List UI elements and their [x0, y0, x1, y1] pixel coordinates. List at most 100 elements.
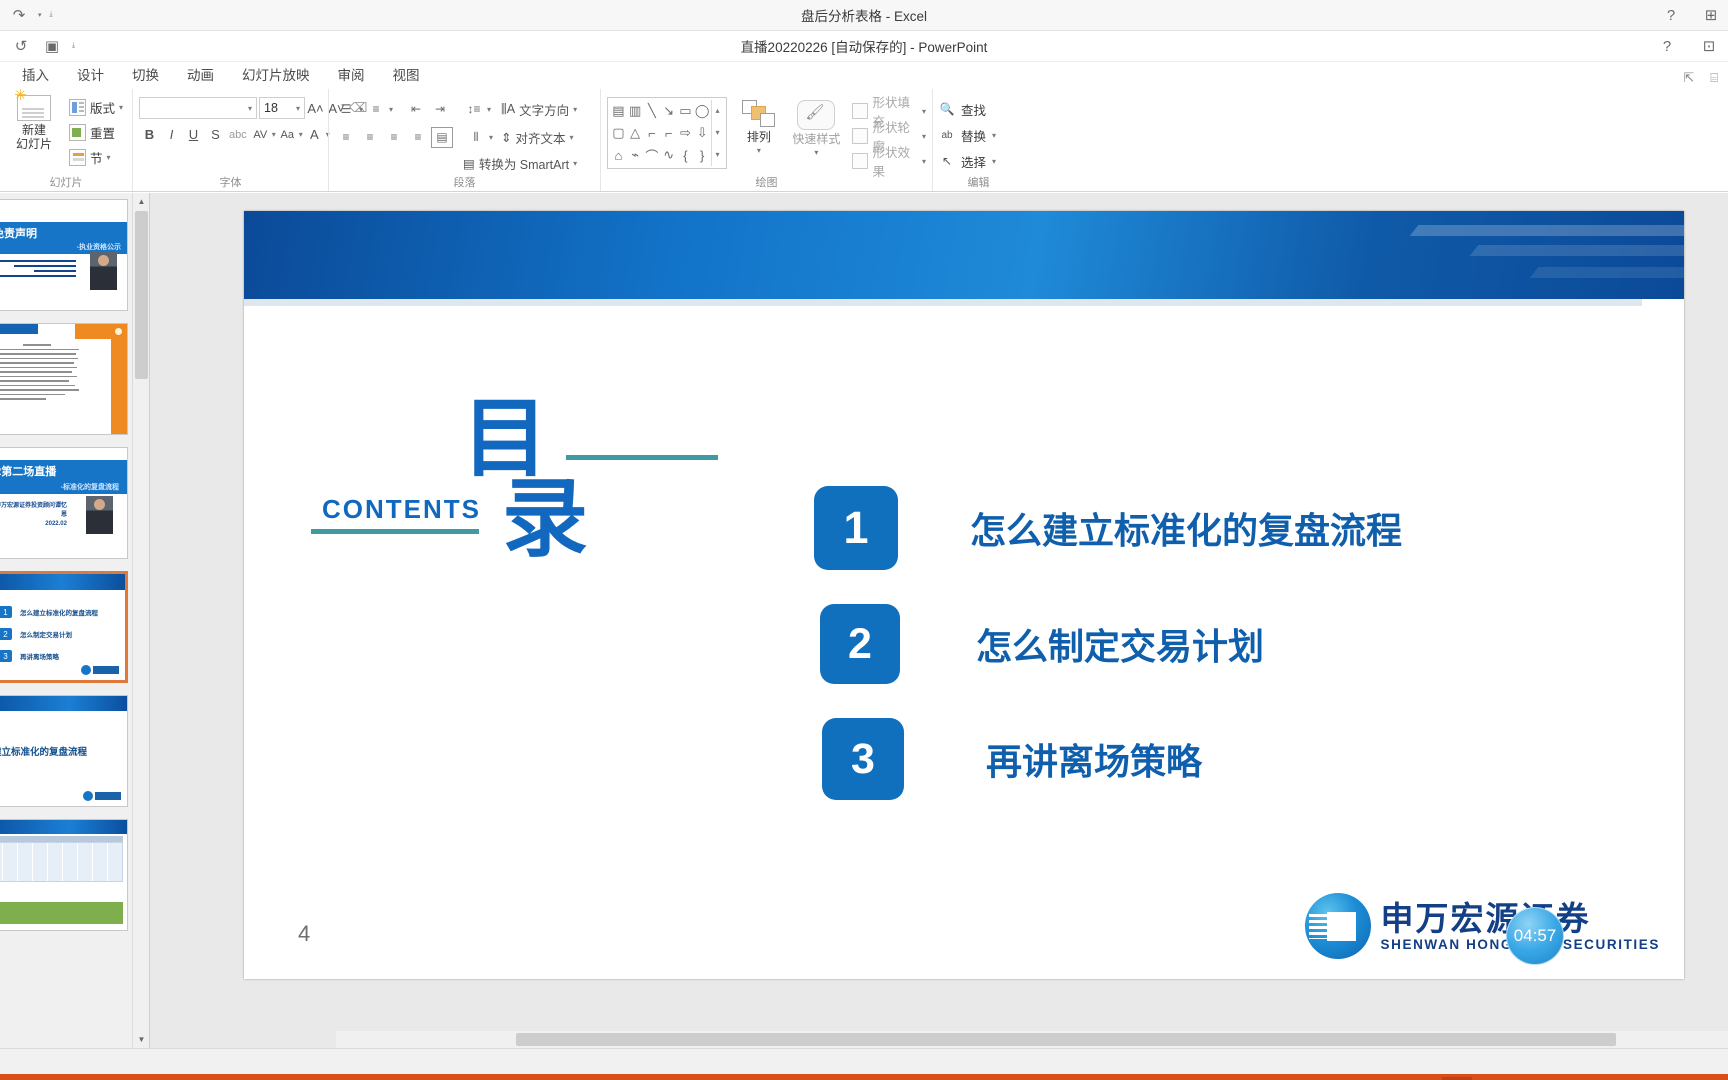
chevron-down-icon[interactable]: ▾: [248, 104, 252, 113]
tab-view[interactable]: 视图: [379, 62, 434, 89]
chevron-down-icon[interactable]: ▾: [992, 131, 996, 140]
thumbnail-scrollbar[interactable]: ▲ ▼: [132, 193, 149, 1048]
shape-right-arrow-icon[interactable]: ⇨: [677, 122, 694, 144]
chevron-down-icon[interactable]: ▾: [299, 130, 303, 139]
ribbon-display-options-icon[interactable]: ⊞: [1700, 6, 1722, 26]
tab-slideshow[interactable]: 幻灯片放映: [228, 62, 324, 89]
canvas-hscroll-thumb[interactable]: [516, 1033, 1616, 1046]
numbering-button[interactable]: ≡: [365, 99, 387, 120]
undo-icon[interactable]: ↺: [10, 36, 32, 56]
chevron-down-icon[interactable]: ▾: [487, 105, 491, 114]
tab-transitions[interactable]: 切换: [118, 62, 173, 89]
help-icon[interactable]: ?: [1660, 6, 1682, 26]
canvas-horizontal-scrollbar[interactable]: [336, 1031, 1728, 1048]
justify-button[interactable]: ≡: [407, 127, 429, 148]
share-icon[interactable]: ⇱: [1683, 70, 1694, 86]
chevron-down-icon[interactable]: ▾: [296, 104, 300, 113]
convert-to-smartart-button[interactable]: ▤ 转换为 SmartArt ▾: [463, 152, 577, 174]
reset-slide-button[interactable]: 重置: [66, 121, 126, 144]
align-text-button[interactable]: ⇕ 对齐文本 ▾: [501, 126, 574, 148]
chevron-down-icon[interactable]: ▾: [922, 107, 926, 116]
powerpoint-quick-access-toolbar[interactable]: ↺ ▣ ⤓: [0, 36, 75, 56]
shape-textbox-icon[interactable]: ▤: [610, 100, 627, 122]
shape-elbow-connector-icon[interactable]: ⌐: [644, 122, 661, 144]
underline-button[interactable]: U: [183, 124, 204, 145]
current-slide[interactable]: 目 CONTENTS 录 1 怎么建立标准化的复盘流程 2 怎么制定交易计划 3…: [244, 211, 1684, 979]
quick-styles-button[interactable]: 快速样式 ▾: [791, 97, 841, 160]
countdown-timer-badge[interactable]: 04:57: [1506, 907, 1564, 965]
align-right-button[interactable]: ≡: [383, 127, 405, 148]
font-color-button[interactable]: A: [304, 124, 325, 145]
arrange-button[interactable]: 排列 ▾: [737, 97, 782, 158]
shapes-scrollbar[interactable]: ▴ ▾ ▾: [710, 100, 724, 166]
chevron-down-icon[interactable]: ▾: [389, 105, 393, 114]
slide-sorter-button[interactable]: ▦: [1482, 1077, 1512, 1080]
increase-font-size-button[interactable]: A˄: [305, 98, 326, 119]
reading-view-button[interactable]: ▥: [1522, 1077, 1552, 1080]
strikethrough-button[interactable]: abc: [227, 124, 249, 145]
character-spacing-button[interactable]: AV: [250, 124, 271, 145]
qat-dropdown-icon[interactable]: ▾: [38, 11, 42, 19]
shapes-scroll-down-icon[interactable]: ▾: [712, 122, 724, 144]
shape-ellipse-icon[interactable]: ◯: [694, 100, 711, 122]
slide-thumbnail-5[interactable]: 怎么建立标准化的复盘流程: [0, 695, 128, 807]
shape-pentagon-icon[interactable]: ⌂: [610, 144, 627, 166]
shapes-gallery[interactable]: ▤ ▥ ╲ ↘ ▭ ◯ ▢ △ ⌐ ⌐ ⇨ ⇩ ⌂ ⌁ ⌒ ∿ {} ▴ ▾ …: [607, 97, 727, 169]
customize-qat-icon[interactable]: ⤓: [50, 11, 53, 19]
shape-freeform-icon[interactable]: ⌁: [627, 144, 644, 166]
shape-left-brace-icon[interactable]: {: [677, 144, 694, 166]
redo-icon[interactable]: ↷: [8, 5, 30, 25]
notes-pane-bar[interactable]: [0, 1048, 1728, 1074]
chevron-down-icon[interactable]: ▾: [922, 132, 926, 141]
shape-line-icon[interactable]: ╲: [644, 100, 661, 122]
shapes-more-icon[interactable]: ▾: [712, 144, 724, 166]
shape-rectangle-icon[interactable]: ▭: [677, 100, 694, 122]
shape-down-arrow-icon[interactable]: ⇩: [694, 122, 711, 144]
help-icon[interactable]: ?: [1656, 37, 1678, 57]
scrollbar-thumb[interactable]: [135, 211, 148, 379]
ribbon-display-options-icon[interactable]: ⊡: [1698, 37, 1720, 57]
section-button[interactable]: 节 ▾: [66, 146, 126, 169]
decrease-indent-button[interactable]: ⇤: [405, 99, 427, 120]
shape-arrow-icon[interactable]: ↘: [660, 100, 677, 122]
shape-rounded-rect-icon[interactable]: ▢: [610, 122, 627, 144]
chevron-down-icon[interactable]: ▾: [119, 103, 123, 112]
shape-vertical-textbox-icon[interactable]: ▥: [627, 100, 644, 122]
chevron-down-icon[interactable]: ▾: [359, 105, 363, 114]
replace-button[interactable]: ab 替换 ▾: [939, 124, 996, 146]
bullets-button[interactable]: ☰: [335, 99, 357, 120]
slide-thumbnail-2[interactable]: [0, 323, 128, 435]
tab-review[interactable]: 审阅: [324, 62, 379, 89]
chevron-down-icon[interactable]: ▾: [922, 157, 926, 166]
chevron-down-icon[interactable]: ▾: [992, 157, 996, 166]
customize-qat-icon[interactable]: ⤓: [72, 42, 75, 50]
chevron-down-icon[interactable]: ▾: [573, 159, 577, 168]
start-slideshow-icon[interactable]: ▣: [41, 36, 63, 56]
italic-button[interactable]: I: [161, 124, 182, 145]
font-size-input[interactable]: 18 ▾: [259, 97, 305, 119]
tab-design[interactable]: 设计: [63, 62, 118, 89]
chevron-down-icon[interactable]: ▾: [573, 105, 577, 114]
text-direction-button[interactable]: ⫼A 文字方向 ▾: [501, 98, 577, 120]
slide-thumbnail-1[interactable]: 免责声明 -执业资格公示: [0, 199, 128, 311]
bold-button[interactable]: B: [139, 124, 160, 145]
chevron-down-icon[interactable]: ▾: [272, 130, 276, 139]
columns-button[interactable]: ⫴: [465, 127, 487, 148]
font-name-input[interactable]: ▾: [139, 97, 257, 119]
increase-indent-button[interactable]: ⇥: [429, 99, 451, 120]
shape-arc-icon[interactable]: ⌒: [644, 144, 661, 166]
new-slide-button[interactable]: 新建 幻灯片: [6, 89, 62, 151]
chevron-down-icon[interactable]: ▾: [757, 144, 761, 158]
chevron-down-icon[interactable]: ▾: [489, 133, 493, 142]
contents-item-1[interactable]: 1 怎么建立标准化的复盘流程: [814, 486, 1614, 570]
slide-thumbnail-4[interactable]: 1 怎么建立标准化的复盘流程 2 怎么制定交易计划 3 再讲离场策略: [0, 571, 128, 683]
align-center-button[interactable]: ≡: [359, 127, 381, 148]
shape-effects-button[interactable]: 形状效果 ▾: [851, 146, 926, 179]
find-button[interactable]: 🔍 查找: [939, 98, 987, 120]
excel-quick-access-toolbar[interactable]: ↷ ▾ ⤓: [0, 5, 53, 25]
shapes-scroll-up-icon[interactable]: ▴: [712, 100, 724, 122]
scroll-up-icon[interactable]: ▲: [133, 193, 149, 210]
line-spacing-button[interactable]: ↕≡: [463, 99, 485, 120]
normal-view-button[interactable]: ▤: [1442, 1076, 1472, 1080]
tab-animations[interactable]: 动画: [173, 62, 228, 89]
